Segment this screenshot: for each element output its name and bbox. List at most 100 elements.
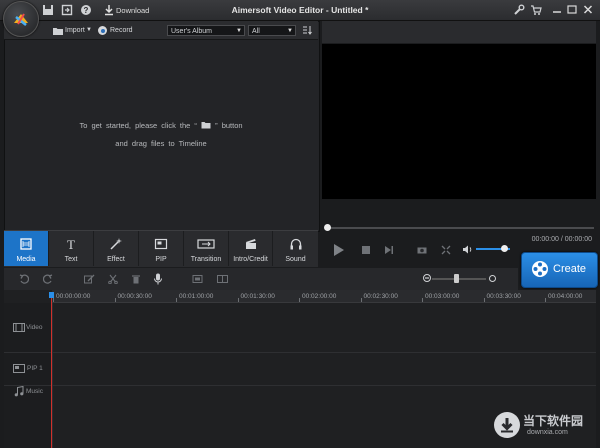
microphone-icon[interactable] [153, 273, 163, 285]
track-divider [4, 352, 596, 353]
create-label: Create [553, 263, 587, 275]
pip-track-icon [13, 364, 25, 373]
preview-header [322, 21, 596, 43]
video-track-icon [13, 323, 25, 332]
ruler-tick-mark [360, 298, 362, 302]
ruler-tick-mark [237, 298, 239, 302]
pip-icon [154, 238, 168, 250]
delete-icon[interactable] [131, 274, 141, 284]
playhead-handle[interactable] [49, 292, 54, 298]
fullscreen-icon[interactable] [441, 245, 451, 255]
ruler-tick-mark [53, 298, 54, 302]
tab-media-label: Media [16, 256, 36, 263]
ruler-tick-label: 00:01:30:00 [240, 293, 275, 300]
zoom-in-icon[interactable] [489, 275, 496, 282]
playhead-line[interactable] [51, 294, 52, 448]
pip-track-label: PIP 1 [27, 365, 43, 372]
redo-icon[interactable] [42, 274, 53, 284]
import-button[interactable]: Import [65, 27, 85, 34]
tab-text-label: Text [64, 256, 78, 263]
hint-suffix: ” button [215, 121, 243, 130]
tab-media[interactable]: Media [4, 231, 49, 266]
ruler-tick-label: 00:04:00:00 [548, 293, 583, 300]
stop-icon[interactable] [362, 246, 370, 254]
tab-text[interactable]: T Text [49, 231, 94, 266]
split-screen-icon[interactable] [217, 274, 228, 284]
minimize-icon[interactable] [552, 4, 564, 16]
music-track-label: Music [26, 388, 43, 395]
watermark-logo-icon [494, 412, 520, 438]
timeline-zoom-track[interactable] [432, 278, 486, 280]
tab-sound[interactable]: Sound [273, 231, 318, 266]
play-icon[interactable] [333, 243, 345, 257]
media-icon [20, 238, 32, 250]
create-button[interactable]: Create [521, 252, 598, 288]
filter-select-arrow-icon: ▼ [287, 28, 293, 34]
tab-transition-label: Transition [190, 256, 222, 263]
next-frame-icon[interactable] [384, 245, 394, 255]
undo-icon[interactable] [19, 274, 30, 284]
watermark-url: downxia.com [527, 429, 568, 436]
folder-icon[interactable] [52, 26, 64, 36]
close-icon[interactable] [583, 4, 595, 16]
tab-intro-credit[interactable]: Intro/Credit [229, 231, 273, 266]
app-logo-icon[interactable] [3, 1, 39, 37]
cart-icon[interactable] [530, 4, 542, 16]
hint-folder-icon [201, 121, 211, 130]
wrench-icon[interactable] [513, 4, 525, 16]
preview-timecode: 00:00:00 / 00:00:00 [531, 236, 592, 243]
ruler-tick-label: 00:00:30:00 [117, 293, 152, 300]
record-icon[interactable] [98, 26, 107, 35]
ruler-tick-mark [176, 298, 177, 302]
zoom-out-icon[interactable] [423, 274, 431, 282]
snapshot-icon[interactable] [417, 245, 427, 255]
tab-effect[interactable]: Effect [94, 231, 139, 266]
album-select[interactable]: User's Album ▼ [167, 25, 245, 36]
window-title: Aimersoft Video Editor - Untitled * [231, 5, 369, 15]
svg-text:T: T [67, 237, 75, 251]
cut-icon[interactable] [108, 274, 118, 285]
ruler-tick-mark [114, 298, 116, 302]
timeline-zoom-handle[interactable] [453, 274, 459, 283]
tab-sound-label: Sound [285, 256, 306, 263]
music-track-icon [14, 385, 24, 397]
ruler-tick-label: 00:00:00:00 [56, 293, 91, 300]
tab-pip[interactable]: PIP [139, 231, 184, 266]
filter-select[interactable]: All ▼ [248, 25, 296, 36]
preview-scrubber-handle[interactable] [324, 224, 331, 231]
ruler-tick-label: 00:02:30:00 [363, 293, 398, 300]
edit-icon[interactable] [84, 274, 95, 284]
watermark-text: 当下软件园 [523, 414, 584, 428]
record-button[interactable]: Record [110, 27, 133, 34]
tab-intro-credit-label: Intro/Credit [233, 256, 268, 263]
film-reel-icon [532, 261, 548, 277]
hint-prefix: To get started, please click the “ [79, 121, 197, 130]
ruler-tick-label: 00:02:00:00 [302, 293, 337, 300]
transition-icon [197, 239, 215, 249]
album-select-value: User's Album [171, 28, 213, 35]
volume-icon[interactable] [462, 244, 473, 255]
tab-pip-label: PIP [155, 256, 167, 263]
text-icon: T [67, 237, 75, 251]
empty-hint-line-2: and drag files to Timeline [115, 139, 207, 148]
track-divider [4, 385, 596, 386]
sort-icon[interactable] [302, 25, 312, 36]
empty-hint-line-1: To get started, please click the “ ” but… [4, 121, 318, 130]
ruler-tick-mark [422, 298, 423, 302]
crop-icon[interactable] [192, 274, 203, 284]
tab-transition[interactable]: Transition [184, 231, 229, 266]
maximize-icon[interactable] [567, 4, 579, 16]
preview-scrubber-track[interactable] [326, 227, 594, 229]
import-dropdown-arrow-icon[interactable]: ▼ [86, 27, 92, 33]
ruler-tick-mark [299, 298, 300, 302]
effect-icon [110, 238, 122, 250]
ruler-tick-mark [545, 298, 546, 302]
ruler-tick-label: 00:01:00:00 [179, 293, 214, 300]
clapper-icon [245, 239, 256, 249]
volume-slider-handle[interactable] [501, 245, 509, 252]
video-track-label: Video [26, 324, 43, 331]
ruler-tick-label: 00:03:00:00 [425, 293, 460, 300]
album-select-arrow-icon: ▼ [236, 28, 242, 34]
filter-select-value: All [252, 28, 260, 35]
ruler-tick-label: 00:03:30:00 [486, 293, 521, 300]
